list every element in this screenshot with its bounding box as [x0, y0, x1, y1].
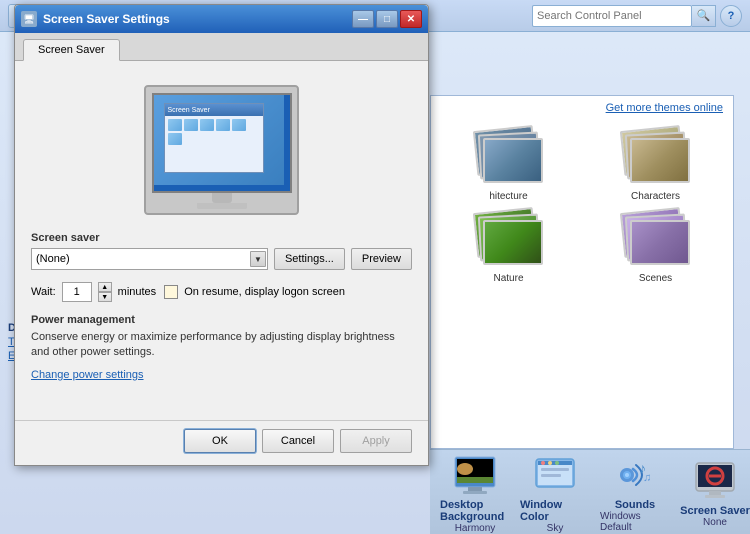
- monitor-win-title-text: Screen Saver: [168, 107, 210, 114]
- ok-button[interactable]: OK: [184, 429, 256, 453]
- wait-input[interactable]: [62, 282, 92, 302]
- ss-dropdown-wrap: (None) ▼: [31, 248, 268, 270]
- screen-saver-section: Screen saver (None) ▼ Settings... Previe…: [31, 232, 412, 270]
- dialog-app-icon: 🖥: [21, 11, 37, 27]
- monitor-stand: [197, 203, 247, 209]
- monitor-icon-5: [232, 119, 246, 131]
- dialog-buttons: OK Cancel Apply: [15, 420, 428, 465]
- ss-settings-button[interactable]: Settings...: [274, 248, 345, 270]
- wait-spinner: ▲ ▼: [98, 282, 112, 302]
- dialog-title-text: Screen Saver Settings: [43, 12, 170, 26]
- wait-label-after: minutes: [118, 286, 157, 298]
- dialog-tabs: Screen Saver: [15, 33, 428, 61]
- ss-label: Screen saver: [31, 232, 412, 244]
- monitor-icon-1: [168, 119, 182, 131]
- dialog-content: Screen Saver: [15, 61, 428, 420]
- wait-checkbox[interactable]: [164, 285, 178, 299]
- ss-preview-button[interactable]: Preview: [351, 248, 412, 270]
- dialog-title-left: 🖥 Screen Saver Settings: [21, 11, 170, 27]
- maximize-button[interactable]: □: [376, 10, 398, 28]
- dialog-titlebar: 🖥 Screen Saver Settings — □ ✕: [15, 5, 428, 33]
- power-description: Conserve energy or maximize performance …: [31, 330, 412, 361]
- power-management-section: Power management Conserve energy or maxi…: [31, 314, 412, 381]
- screen-saver-dialog: 🖥 Screen Saver Settings — □ ✕ Screen Sav…: [14, 4, 429, 466]
- tab-screen-saver[interactable]: Screen Saver: [23, 39, 120, 61]
- checkbox-label: On resume, display logon screen: [184, 286, 345, 298]
- monitor-screen-desktop: Screen Saver: [154, 95, 284, 185]
- monitor-screen: Screen Saver: [152, 93, 292, 193]
- power-title: Power management: [31, 314, 412, 326]
- monitor-icon-2: [184, 119, 198, 131]
- apply-button[interactable]: Apply: [340, 429, 412, 453]
- monitor-icon-4: [216, 119, 230, 131]
- close-button[interactable]: ✕: [400, 10, 422, 28]
- ss-controls-row: (None) ▼ Settings... Preview: [31, 248, 412, 270]
- wait-label-before: Wait:: [31, 286, 56, 298]
- monitor-win-content: [165, 116, 263, 148]
- spin-down-button[interactable]: ▼: [98, 292, 112, 302]
- cancel-button[interactable]: Cancel: [262, 429, 334, 453]
- monitor-icon-3: [200, 119, 214, 131]
- wait-row: Wait: ▲ ▼ minutes On resume, display log…: [31, 282, 412, 302]
- dialog-title-buttons: — □ ✕: [352, 10, 422, 28]
- dialog-overlay: 🖥 Screen Saver Settings — □ ✕ Screen Sav…: [0, 0, 750, 534]
- monitor-win-titlebar: Screen Saver: [165, 104, 263, 116]
- spin-up-button[interactable]: ▲: [98, 282, 112, 292]
- monitor-icon-6: [168, 133, 182, 145]
- monitor-screen-window: Screen Saver: [164, 103, 264, 173]
- monitor-preview: Screen Saver: [31, 75, 412, 220]
- change-power-settings-link[interactable]: Change power settings: [31, 369, 144, 381]
- monitor-outer: Screen Saver: [144, 85, 299, 215]
- minimize-button[interactable]: —: [352, 10, 374, 28]
- ss-dropdown[interactable]: (None): [31, 248, 268, 270]
- monitor-base: [212, 193, 232, 203]
